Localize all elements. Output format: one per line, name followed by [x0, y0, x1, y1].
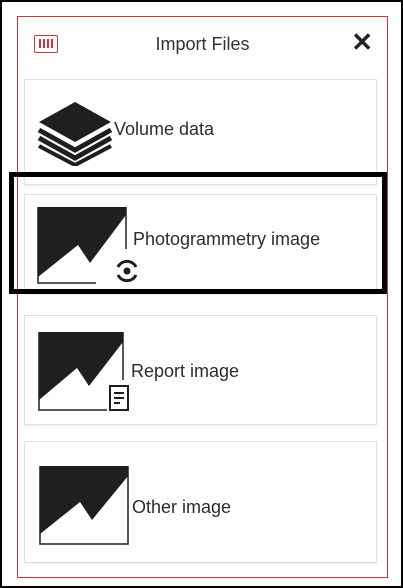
report-image-label: Report image	[131, 361, 240, 381]
report-image-icon	[38, 332, 129, 411]
image-icon	[39, 466, 129, 545]
other-image-label: Other image	[132, 497, 232, 517]
photogrammetry-image-icon	[37, 207, 138, 284]
volume-data-label: Volume data	[114, 119, 215, 139]
import-files-panel: Import Files ✕ Volume data Photogrammetr…	[17, 16, 388, 578]
import-volume-data-button[interactable]: Volume data	[24, 79, 377, 185]
import-photogrammetry-image-button[interactable]: Photogrammetry image	[24, 194, 377, 294]
panel-header: Import Files ✕	[18, 17, 387, 75]
import-other-image-button[interactable]: Other image	[24, 441, 377, 563]
import-report-image-button[interactable]: Report image	[24, 315, 377, 425]
panel-title: Import Files	[155, 34, 250, 54]
photogrammetry-image-label: Photogrammetry image	[133, 229, 321, 249]
layers-stack-icon	[37, 102, 113, 166]
close-icon[interactable]: ✕	[351, 29, 373, 55]
